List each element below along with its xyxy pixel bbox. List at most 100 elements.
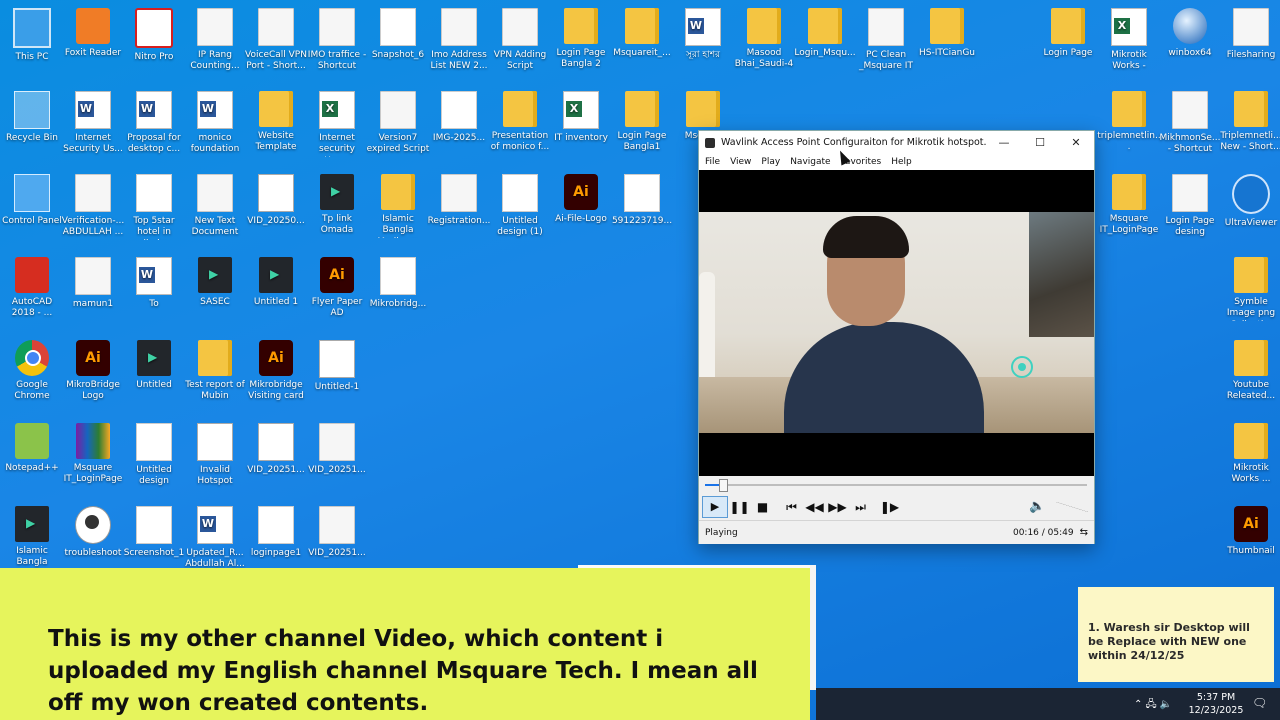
desktop-icon[interactable]: Mikrobridge Visiting card xyxy=(244,334,308,414)
system-tray-icons[interactable]: ⌃ 🖧 🔈 xyxy=(1134,697,1172,714)
desktop-icon[interactable]: PC Clean _Msquare IT xyxy=(854,2,918,82)
desktop-icon[interactable]: IMG-2025... xyxy=(427,85,491,165)
desktop-icon[interactable]: Triplemnetli... New - Short... xyxy=(1219,85,1280,165)
play-button[interactable]: ▶ xyxy=(702,496,728,518)
desktop-icon[interactable]: Login Page Bangla 2 xyxy=(549,2,613,82)
desktop-icon[interactable]: mamun1 xyxy=(61,251,125,331)
desktop-icon[interactable]: Filesharing xyxy=(1219,2,1280,82)
desktop-icon[interactable]: Login_Msqu... xyxy=(793,2,857,82)
desktop-icon[interactable]: HS-ITCianGu xyxy=(915,2,979,82)
desktop-icon[interactable]: Msquare IT_LoginPage xyxy=(61,417,125,497)
desktop-icon[interactable]: Symble Image png Collecti... xyxy=(1219,251,1280,331)
desktop-icon[interactable]: সূরা হাশর xyxy=(671,2,735,82)
desktop-icon[interactable]: Untitled design (1) xyxy=(488,168,552,248)
desktop-icon[interactable]: IMO traffice - Shortcut xyxy=(305,2,369,82)
menu-file[interactable]: File xyxy=(705,157,720,167)
desktop-icon[interactable]: Masood Bhai_Saudi-4 xyxy=(732,2,796,82)
desktop-icon[interactable]: Verification-... ABDULLAH ... xyxy=(61,168,125,248)
desktop-icon[interactable]: triplemnetlin... xyxy=(1097,85,1161,165)
desktop-icon[interactable]: This PC xyxy=(0,2,64,82)
desktop-icon[interactable]: VPN Adding Script xyxy=(488,2,552,82)
desktop-icon[interactable]: Thumbnail xyxy=(1219,500,1280,580)
player-titlebar[interactable]: Wavlink Access Point Configuraiton for M… xyxy=(699,131,1094,153)
menu-play[interactable]: Play xyxy=(761,157,780,167)
desktop-icon[interactable]: To xyxy=(122,251,186,331)
desktop-icon[interactable]: SASEC xyxy=(183,251,247,331)
sticky-note-text[interactable]: 1. Waresh sir Desktop will be Replace wi… xyxy=(1088,621,1266,663)
desktop-icon[interactable]: Internet Security Us... xyxy=(61,85,125,165)
desktop-icon[interactable]: Msquareit_... xyxy=(610,2,674,82)
desktop-icon[interactable]: Proposal for desktop c... xyxy=(122,85,186,165)
desktop-icon[interactable]: Untitled xyxy=(122,334,186,414)
desktop-icon[interactable]: Login Page desing xyxy=(1158,168,1222,248)
desktop-icon[interactable]: UltraViewer xyxy=(1219,168,1280,248)
desktop-icon[interactable]: MikhmonSe... - Shortcut xyxy=(1158,85,1222,165)
desktop-icon[interactable]: Snapshot_6 xyxy=(366,2,430,82)
desktop-icon[interactable]: Ai-File-Logo xyxy=(549,168,613,248)
frame-step-button[interactable]: ❚▶ xyxy=(878,500,901,514)
desktop-icon[interactable]: Presentation of monico f... xyxy=(488,85,552,165)
desktop-icon[interactable]: Untitled-1 xyxy=(305,334,369,414)
menu-view[interactable]: View xyxy=(730,157,751,167)
taskbar-clock[interactable]: 5:37 PM 12/23/2025 xyxy=(1188,691,1244,717)
desktop-icon[interactable]: VID_20251... xyxy=(244,417,308,497)
pause-button[interactable]: ❚❚ xyxy=(728,500,751,514)
volume-icon[interactable]: 🔈 xyxy=(1029,499,1045,514)
desktop-icon[interactable]: winbox64 xyxy=(1158,2,1222,82)
desktop-icon[interactable]: Islamic Bangla Medioum xyxy=(366,168,430,248)
desktop-icon[interactable]: Imo Address List NEW 2... xyxy=(427,2,491,82)
close-button[interactable]: ✕ xyxy=(1058,136,1094,149)
desktop-icon[interactable]: New Text Document xyxy=(183,168,247,248)
maximize-button[interactable]: ☐ xyxy=(1022,136,1058,149)
desktop-icon[interactable]: Untitled design xyxy=(122,417,186,497)
desktop-icon[interactable]: VoiceCall VPN Port - Short... xyxy=(244,2,308,82)
minimize-button[interactable]: — xyxy=(986,136,1022,149)
desktop-icon[interactable]: Untitled 1 xyxy=(244,251,308,331)
seek-bar[interactable] xyxy=(699,476,1094,494)
desktop-icon[interactable]: Internet security Use... xyxy=(305,85,369,165)
desktop-icon[interactable]: Google Chrome xyxy=(0,334,64,414)
desktop-icon[interactable]: 591223719... xyxy=(610,168,674,248)
fast-forward-button[interactable]: ▶▶ xyxy=(826,500,849,514)
desktop-icon[interactable]: Foxit Reader xyxy=(61,2,125,82)
desktop-icon[interactable]: Top 5star hotel in dhaka xyxy=(122,168,186,248)
menu-navigate[interactable]: Navigate xyxy=(790,157,830,167)
seek-thumb[interactable] xyxy=(719,479,728,492)
media-player-window[interactable]: Wavlink Access Point Configuraiton for M… xyxy=(698,130,1095,544)
menu-help[interactable]: Help xyxy=(891,157,912,167)
desktop-icon[interactable]: monico foundation xyxy=(183,85,247,165)
desktop-icon[interactable]: Recycle Bin xyxy=(0,85,64,165)
desktop-icon[interactable]: Control Panel xyxy=(0,168,64,248)
desktop-icon[interactable]: MikroBridge Logo xyxy=(61,334,125,414)
desktop-icon[interactable]: Notepad++ xyxy=(0,417,64,497)
desktop-icon[interactable]: Registration... xyxy=(427,168,491,248)
notification-center-icon[interactable]: 🗨 xyxy=(1252,696,1267,710)
desktop-icon[interactable]: VID_20250... xyxy=(244,168,308,248)
next-button[interactable]: ⏭ xyxy=(849,500,872,515)
desktop-icon[interactable]: Tp link Omada xyxy=(305,168,369,248)
previous-button[interactable]: ⏮ xyxy=(780,500,803,515)
sticky-note[interactable]: 1. Waresh sir Desktop will be Replace wi… xyxy=(1078,587,1274,682)
desktop-icon[interactable]: IT inventory xyxy=(549,85,613,165)
desktop-icon[interactable]: Login Page Bangla1 xyxy=(610,85,674,165)
desktop-icon[interactable]: Nitro Pro xyxy=(122,2,186,82)
shuffle-icon[interactable]: ⇆ xyxy=(1080,527,1094,538)
video-area[interactable] xyxy=(699,170,1094,476)
desktop-icon[interactable]: Mikrotik Works ... xyxy=(1219,417,1280,497)
desktop-icon[interactable]: Version7 expired Script xyxy=(366,85,430,165)
caption-scrollbar[interactable] xyxy=(810,565,816,690)
desktop-icon[interactable]: AutoCAD 2018 - ... xyxy=(0,251,64,331)
desktop-icon[interactable]: Mikrobridg... xyxy=(366,251,430,331)
volume-slider[interactable] xyxy=(1056,502,1088,512)
desktop-icon[interactable]: Website Template xyxy=(244,85,308,165)
desktop-icon[interactable]: Msquare IT_LoginPage xyxy=(1097,168,1161,248)
desktop-icon[interactable]: Flyer Paper AD xyxy=(305,251,369,331)
desktop-icon[interactable]: IP Rang Counting... xyxy=(183,2,247,82)
desktop-icon[interactable]: Login Page xyxy=(1036,2,1100,82)
stop-button[interactable]: ■ xyxy=(751,500,774,514)
desktop-icon[interactable]: Youtube Releated... xyxy=(1219,334,1280,414)
desktop-icon[interactable]: Mikrotik Works - xyxy=(1097,2,1161,82)
rewind-button[interactable]: ◀◀ xyxy=(803,500,826,514)
desktop-icon[interactable]: VID_20251... xyxy=(305,417,369,497)
desktop-icon[interactable]: Invalid Hotspot xyxy=(183,417,247,497)
